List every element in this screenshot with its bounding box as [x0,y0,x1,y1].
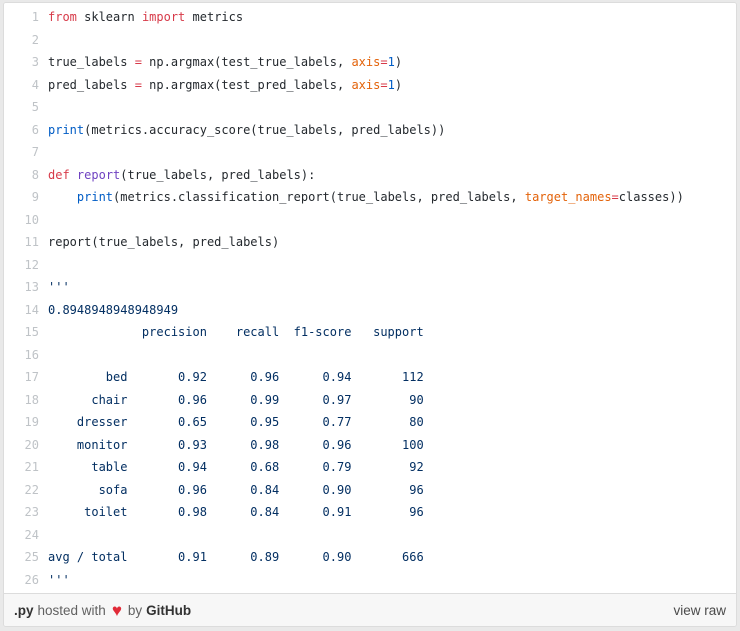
line-number: 5 [31,100,39,114]
line-number: 23 [24,505,39,519]
github-link[interactable]: GitHub [146,603,191,618]
line-number: 8 [31,167,39,182]
line-number: 25 [24,550,39,564]
line-number: 14 [24,302,39,317]
code-text: def report(true_labels, pred_labels): [48,167,316,182]
code-body: 1 from sklearn import metrics 2 3 true_label… [4,3,736,593]
code-line: 19 dresser 0.65 0.95 0.77 80 [4,411,736,434]
code-text: from sklearn import metrics [48,10,244,24]
code-line: 5 [4,96,736,119]
code-text: precision recall f1-score support [48,325,424,339]
line-number: 26 [24,572,39,587]
by-label: by [127,602,143,618]
code-text: avg / total 0.91 0.89 0.90 666 [48,550,424,564]
code-text: print(metrics.accuracy_score(true_labels… [48,122,446,137]
line-number: 4 [31,77,39,92]
code-line: 2 [4,29,736,52]
code-text: 0.8948948948948949 [48,302,179,317]
code-line: 10 [4,209,736,232]
code-line: 16 [4,344,736,367]
code-text: chair 0.96 0.99 0.97 90 [48,392,424,407]
line-number: 13 [24,280,39,294]
heart-icon: ♥ [111,600,122,620]
line-number: 12 [24,257,39,272]
gist-footer: .py hosted with ♥ by GitHub view raw [4,593,736,626]
code-line: 26 ''' [4,569,736,592]
gist-footer-left: .py hosted with ♥ by GitHub [14,602,191,619]
code-text: sofa 0.96 0.84 0.90 96 [48,482,424,497]
line-number: 1 [31,10,39,24]
code-line: 12 [4,254,736,277]
code-text: monitor 0.93 0.98 0.96 100 [48,437,424,452]
code-line: 21 table 0.94 0.68 0.79 92 [4,456,736,479]
code-line: 6 print(metrics.accuracy_score(true_label… [4,119,736,142]
code-text: true_labels = np.argmax(test_true_labels… [48,55,403,69]
line-number: 19 [24,415,39,429]
line-number: 24 [24,527,39,542]
code-text: toilet 0.98 0.84 0.91 96 [48,505,424,519]
hosted-with-label: hosted with [37,602,106,618]
code-line: 14 0.8948948948948949 [4,299,736,322]
code-line: 8 def report(true_labels, pred_labels): [4,164,736,187]
line-number: 11 [24,235,39,249]
code-line: 15 precision recall f1-score support [4,321,736,344]
line-number: 7 [31,145,39,159]
line-number: 9 [31,190,39,204]
view-raw-link[interactable]: view raw [673,603,726,618]
code-text: bed 0.92 0.96 0.94 112 [48,370,424,384]
line-number: 20 [24,437,39,452]
code-line: 9 print(metrics.classification_report(tr… [4,186,736,209]
code-line: 1 from sklearn import metrics [4,6,736,29]
line-number: 17 [24,370,39,384]
code-line: 3 true_labels = np.argmax(test_true_label… [4,51,736,74]
line-number: 10 [24,212,39,227]
line-number: 22 [24,482,39,497]
line-number: 6 [31,122,39,137]
line-number: 16 [24,347,39,362]
line-number: 18 [24,392,39,407]
gist-file-link[interactable]: .py [14,603,34,618]
code-line: 17 bed 0.92 0.96 0.94 112 [4,366,736,389]
code-line: 13 ''' [4,276,736,299]
code-line: 25 avg / total 0.91 0.89 0.90 666 [4,546,736,569]
line-number: 15 [24,325,39,339]
line-number: 2 [31,32,39,47]
code-line: 18 chair 0.96 0.99 0.97 90 [4,389,736,412]
code-line: 4 pred_labels = np.argmax(test_pred_label… [4,74,736,97]
line-number: 21 [24,460,39,474]
gist-embed: 1 from sklearn import metrics 2 3 true_label… [3,2,737,627]
code-text: print(metrics.classification_report(true… [76,190,684,204]
line-number: 3 [31,55,39,69]
code-text: pred_labels = np.argmax(test_pred_labels… [48,77,403,92]
code-line: 24 [4,524,736,547]
code-line: 20 monitor 0.93 0.98 0.96 100 [4,434,736,457]
code-text: ''' [48,280,70,294]
code-text: table 0.94 0.68 0.79 92 [48,460,424,474]
code-line: 11 report(true_labels, pred_labels) [4,231,736,254]
code-line: 7 [4,141,736,164]
code-text: ''' [48,572,70,587]
code-text: report(true_labels, pred_labels) [48,235,280,249]
code-line: 22 sofa 0.96 0.84 0.90 96 [4,479,736,502]
code-text: dresser 0.65 0.95 0.77 80 [48,415,424,429]
code-line: 23 toilet 0.98 0.84 0.91 96 [4,501,736,524]
